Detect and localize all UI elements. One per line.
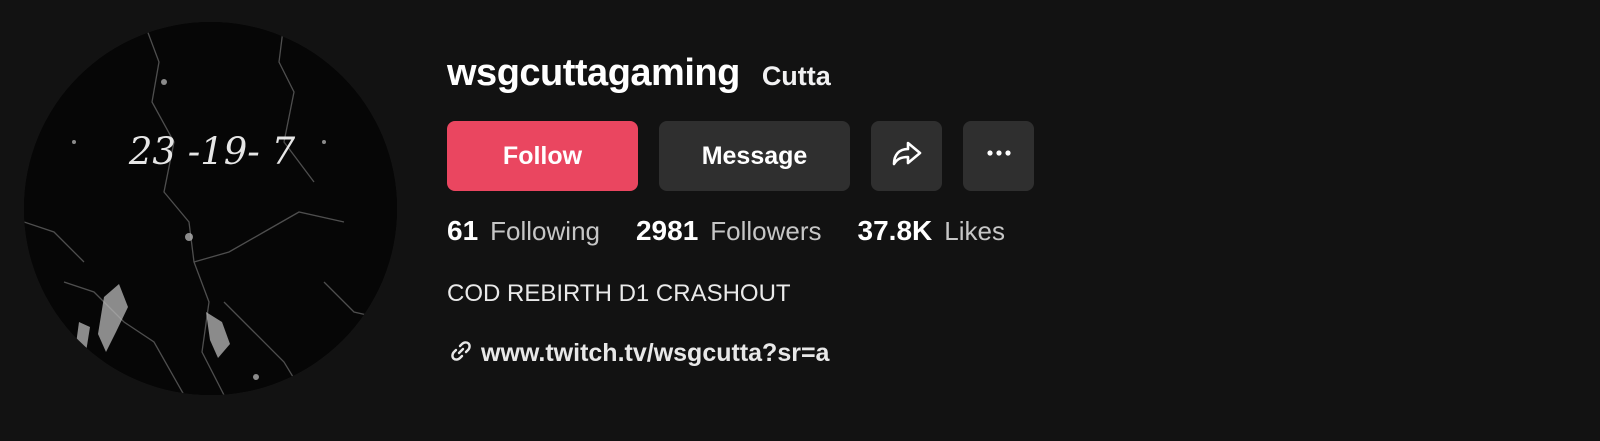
link-icon [449,339,473,368]
link-text: www.twitch.tv/wsgcutta?sr=a [481,339,830,367]
share-button[interactable] [871,121,942,191]
avatar-image: 23 -19- 7 [24,22,397,395]
stat-value: 2981 [635,215,699,246]
profile-stats: 61 Following 2981 Followers 37.8K Likes [447,215,1041,247]
stat-label: Likes [944,216,1005,246]
stat-following[interactable]: 61 Following [447,215,600,247]
more-icon [983,137,1015,176]
nickname: Cutta [761,61,831,91]
avatar-text: 23 -19- 7 [128,130,296,173]
stat-likes: 37.8K Likes [858,215,1005,247]
username: wsgcuttagaming [447,52,740,94]
follow-button[interactable]: Follow [447,121,638,191]
stat-value: 61 [447,215,479,246]
share-icon [891,137,923,176]
more-button[interactable] [963,121,1034,191]
profile-link[interactable]: www.twitch.tv/wsgcutta?sr=a [449,339,829,368]
stat-value: 37.8K [857,215,933,246]
stat-label: Following [490,216,600,246]
stat-followers[interactable]: 2981 Followers [636,215,822,247]
message-button[interactable]: Message [659,121,850,191]
avatar[interactable]: 23 -19- 7 [24,22,397,395]
stat-label: Followers [710,216,822,246]
name-row: wsgcuttagaming Cutta [447,52,1347,102]
action-buttons: Follow Message [447,121,1055,191]
profile-bio: COD REBIRTH D1 CRASHOUT [447,280,791,307]
profile-info: wsgcuttagaming Cutta Follow Message 61 F… [447,52,1347,367]
